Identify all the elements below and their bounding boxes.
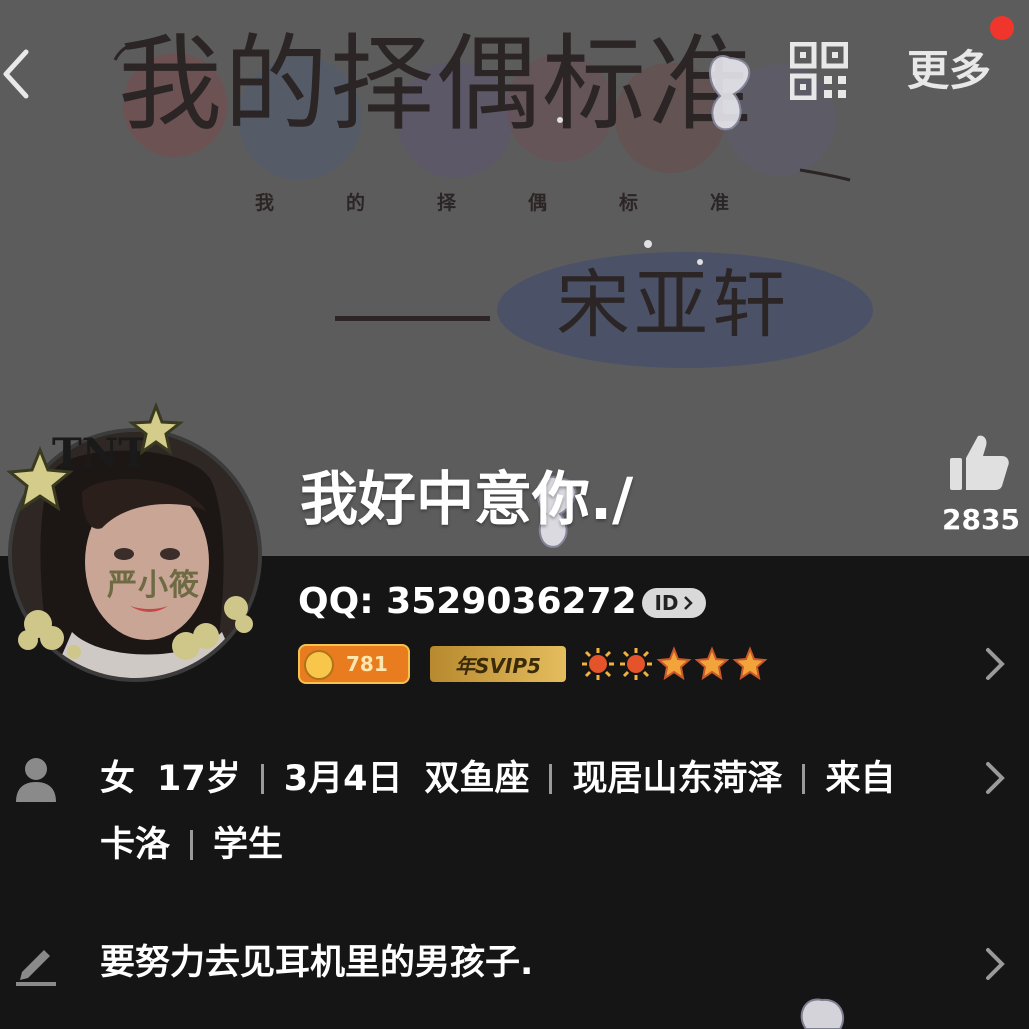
coin-icon — [304, 650, 334, 680]
person-icon — [16, 758, 56, 802]
chevron-right-icon[interactable] — [984, 760, 1006, 796]
nickname: 我好中意你./ — [300, 465, 634, 533]
qq-level-icons — [580, 646, 768, 682]
location: 现居山东菏泽 — [572, 759, 783, 799]
from-label: 来自 — [825, 759, 896, 799]
badges-row[interactable]: 781 年SVIP5 — [298, 644, 778, 684]
pen-icon — [16, 950, 56, 986]
from-place: 卡洛 — [100, 825, 171, 865]
cover-subtitle: 我的择偶标准 — [255, 192, 802, 214]
star-icon — [656, 646, 692, 681]
like-count: 2835 — [942, 503, 1020, 536]
job: 学生 — [213, 825, 284, 865]
cover-name: 宋亚轩 — [556, 262, 790, 348]
sun-icon — [620, 648, 652, 680]
more-button[interactable]: 更多 — [907, 46, 991, 96]
separator — [802, 764, 806, 794]
gender: 女 — [100, 759, 136, 799]
id-badge[interactable]: ID — [642, 588, 706, 618]
chevron-right-icon[interactable] — [984, 946, 1006, 982]
age: 17岁 — [157, 759, 241, 799]
separator — [190, 830, 194, 860]
coin-level-value: 781 — [346, 652, 388, 676]
back-icon[interactable] — [0, 44, 40, 104]
avatar-frame-decoration — [6, 401, 253, 660]
qq-number: QQ: 3529036272 — [298, 580, 637, 623]
zodiac: 双鱼座 — [424, 759, 530, 799]
chevron-right-icon[interactable] — [984, 646, 1006, 682]
star-icon — [694, 646, 730, 681]
separator — [260, 764, 264, 794]
personal-info[interactable]: 女 17岁 3月4日 双鱼座 现居山东菏泽 来自 — [100, 758, 896, 800]
qr-code-icon[interactable] — [790, 42, 848, 100]
personal-info-continued[interactable]: 卡洛 学生 — [100, 824, 283, 866]
id-badge-label: ID — [654, 591, 679, 615]
like-icon[interactable] — [948, 432, 1010, 494]
cover-dash — [335, 316, 490, 321]
qq-label: QQ: — [298, 581, 374, 622]
svip-badge: 年SVIP5 — [430, 646, 566, 682]
signature-text[interactable]: 要努力去见耳机里的男孩子. — [100, 942, 533, 984]
sun-icon — [582, 648, 614, 680]
butterfly-icon — [800, 998, 845, 1029]
separator — [549, 764, 553, 794]
avatar[interactable]: 严小筱 TNT — [0, 400, 270, 690]
birthday: 3月4日 — [283, 759, 403, 799]
coin-level-badge: 781 — [298, 644, 410, 684]
star-icon — [732, 646, 768, 681]
butterfly-icon — [709, 55, 751, 131]
notification-dot — [990, 16, 1014, 40]
cover-title: 我的择偶标准 — [118, 23, 755, 145]
chevron-right-icon — [683, 596, 693, 610]
qq-value: 3529036272 — [386, 581, 637, 622]
